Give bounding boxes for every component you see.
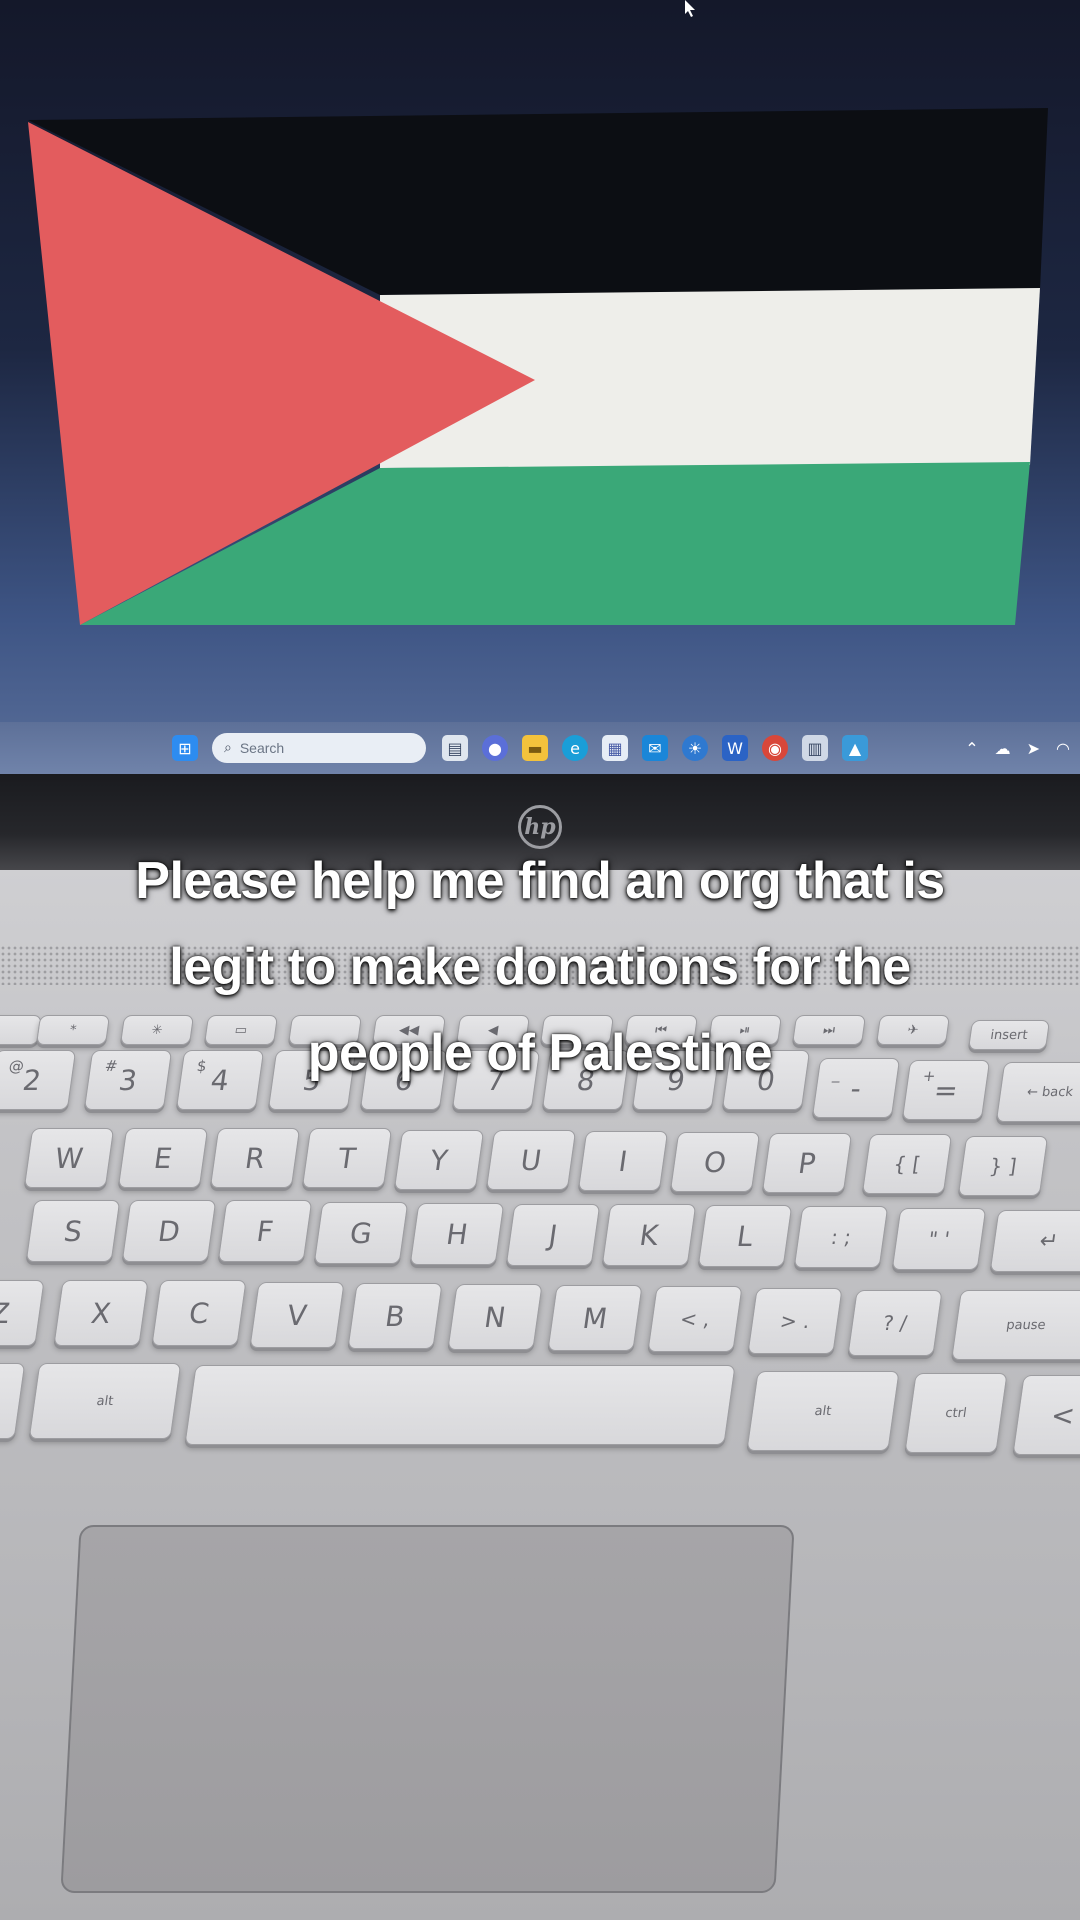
- mail-icon[interactable]: ✉: [642, 735, 668, 761]
- key-v[interactable]: V: [249, 1282, 345, 1348]
- key-c[interactable]: C: [151, 1280, 247, 1346]
- cloud-icon[interactable]: ☁: [995, 739, 1011, 758]
- touchpad[interactable]: [60, 1525, 795, 1893]
- key-quote[interactable]: " ': [891, 1208, 987, 1270]
- laptop-screen: ⊞ ⌕ Search ▤ ● ▬ e ▦ ✉ ☀ W ◉ ▥ ▲ ⌃ ☁ ➤ ◠: [0, 0, 1080, 775]
- key-i[interactable]: I: [577, 1131, 669, 1191]
- windows-taskbar: ⊞ ⌕ Search ▤ ● ▬ e ▦ ✉ ☀ W ◉ ▥ ▲ ⌃ ☁ ➤ ◠: [0, 722, 1080, 774]
- taskbar-search-box[interactable]: ⌕ Search: [212, 733, 426, 763]
- key-s[interactable]: S: [25, 1200, 121, 1262]
- key-g[interactable]: G: [313, 1202, 409, 1264]
- key-r[interactable]: R: [209, 1128, 301, 1188]
- chat-icon[interactable]: ●: [482, 735, 508, 761]
- key-pause[interactable]: pause: [951, 1290, 1080, 1360]
- edge-icon[interactable]: e: [562, 735, 588, 761]
- caption-line-1: Please help me find an org that is: [135, 852, 945, 910]
- wifi-icon[interactable]: ◠: [1056, 739, 1070, 758]
- word-icon[interactable]: W: [722, 735, 748, 761]
- key-x[interactable]: X: [53, 1280, 149, 1346]
- location-icon[interactable]: ➤: [1027, 739, 1040, 758]
- key-right-bracket[interactable]: } ]: [957, 1136, 1049, 1196]
- key-period[interactable]: > .: [747, 1288, 843, 1354]
- key-k[interactable]: K: [601, 1204, 697, 1266]
- photos-icon[interactable]: ▲: [842, 735, 868, 761]
- mouse-cursor-icon: [685, 0, 695, 17]
- caption-line-2: legit to make donations for the: [169, 938, 911, 996]
- files-icon[interactable]: ▤: [442, 735, 468, 761]
- key-arrow-left[interactable]: <: [1012, 1375, 1080, 1455]
- system-tray: ⌃ ☁ ➤ ◠: [965, 722, 1070, 774]
- key-semicolon[interactable]: : ;: [793, 1206, 889, 1268]
- notepad-icon[interactable]: ▥: [802, 735, 828, 761]
- palestine-flag: [28, 108, 1048, 625]
- key-l[interactable]: L: [697, 1205, 793, 1267]
- chevron-up-icon[interactable]: ⌃: [965, 739, 978, 758]
- caption-line-3: people of Palestine: [307, 1024, 773, 1082]
- key-e[interactable]: E: [117, 1128, 209, 1188]
- file-explorer-icon[interactable]: ▬: [522, 735, 548, 761]
- key-m[interactable]: M: [547, 1285, 643, 1351]
- key-space[interactable]: [184, 1365, 736, 1445]
- key-left-bracket[interactable]: { [: [861, 1134, 953, 1194]
- key-u[interactable]: U: [485, 1130, 577, 1190]
- key-b[interactable]: B: [347, 1283, 443, 1349]
- store-icon[interactable]: ▦: [602, 735, 628, 761]
- key-n[interactable]: N: [447, 1284, 543, 1350]
- key-j[interactable]: J: [505, 1204, 601, 1266]
- key-w[interactable]: W: [23, 1128, 115, 1188]
- key-alt-left[interactable]: alt: [28, 1363, 182, 1439]
- key-o[interactable]: O: [669, 1132, 761, 1192]
- key-comma[interactable]: < ,: [647, 1286, 743, 1352]
- key-enter[interactable]: ↵: [989, 1210, 1080, 1272]
- key-d[interactable]: D: [121, 1200, 217, 1262]
- weather-icon[interactable]: ☀: [682, 735, 708, 761]
- key-slash[interactable]: ? /: [847, 1290, 943, 1356]
- search-icon: ⌕: [224, 740, 232, 756]
- key-ctrl-right[interactable]: ctrl: [904, 1373, 1008, 1453]
- chrome-icon[interactable]: ◉: [762, 735, 788, 761]
- key-h[interactable]: H: [409, 1203, 505, 1265]
- search-placeholder: Search: [239, 740, 285, 756]
- key-alt-right[interactable]: alt: [746, 1371, 900, 1451]
- video-caption: Please help me find an org that is legit…: [40, 838, 1040, 1096]
- windows-start-icon[interactable]: ⊞: [172, 735, 198, 761]
- key-f[interactable]: F: [217, 1200, 313, 1262]
- key-f1[interactable]: [0, 1015, 43, 1045]
- key-p[interactable]: P: [761, 1133, 853, 1193]
- key-y[interactable]: Y: [393, 1130, 485, 1190]
- key-t[interactable]: T: [301, 1128, 393, 1188]
